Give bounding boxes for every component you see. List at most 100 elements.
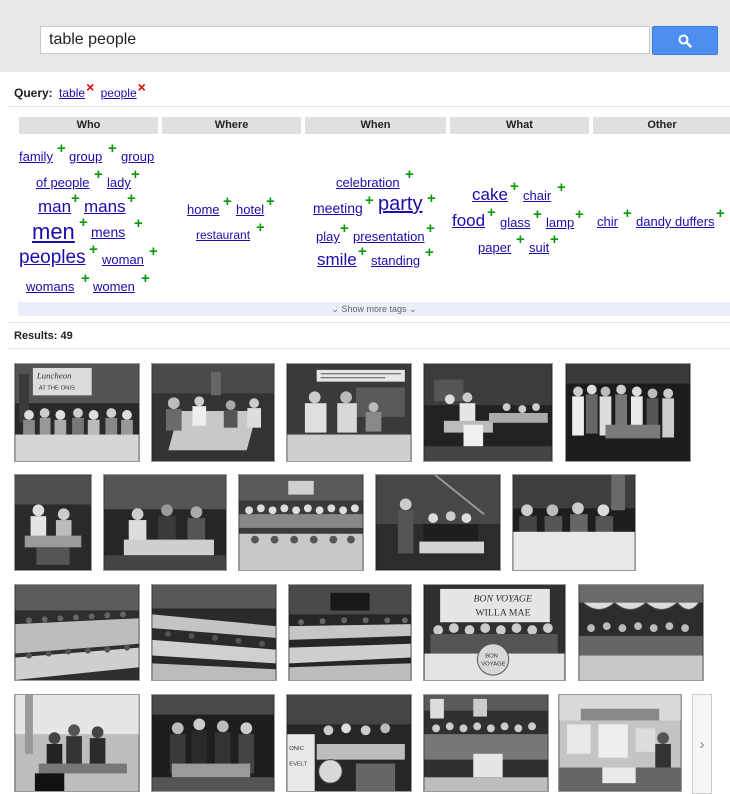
result-thumbnail[interactable]	[423, 363, 553, 462]
add-plus-icon[interactable]: +	[533, 207, 542, 222]
tag-cake[interactable]: cake	[472, 185, 508, 205]
add-plus-icon[interactable]: +	[487, 205, 496, 220]
tag-men[interactable]: men	[32, 219, 75, 245]
result-thumbnail[interactable]	[151, 584, 277, 681]
result-thumbnail[interactable]	[375, 474, 501, 571]
add-plus-icon[interactable]: +	[89, 242, 98, 257]
tag-chir[interactable]: chir	[597, 214, 618, 229]
add-plus-icon[interactable]: +	[256, 220, 265, 235]
tag-party[interactable]: party	[378, 193, 422, 216]
result-thumbnail[interactable]	[151, 694, 275, 792]
add-plus-icon[interactable]: +	[149, 244, 158, 259]
result-thumbnail[interactable]	[565, 363, 691, 462]
query-tag-people[interactable]: people	[101, 86, 137, 100]
add-plus-icon[interactable]: +	[426, 221, 435, 236]
result-thumbnail[interactable]	[558, 694, 682, 792]
remove-x-icon[interactable]: ×	[138, 79, 146, 95]
result-thumbnail[interactable]	[103, 474, 227, 571]
divider	[8, 348, 730, 349]
sign-text: ONIC	[289, 746, 304, 752]
tag-hotel[interactable]: hotel	[236, 202, 264, 217]
add-plus-icon[interactable]: +	[575, 207, 584, 222]
result-thumbnail[interactable]	[14, 694, 140, 792]
tag-lady[interactable]: lady	[107, 175, 131, 190]
tag-mens[interactable]: mens	[91, 224, 125, 240]
tag-restaurant[interactable]: restaurant	[196, 228, 250, 242]
add-plus-icon[interactable]: +	[71, 191, 80, 206]
tag-womans[interactable]: womans	[26, 279, 74, 294]
tag-dandy-duffers[interactable]: dandy duffers	[636, 214, 715, 229]
add-plus-icon[interactable]: +	[510, 179, 519, 194]
add-plus-icon[interactable]: +	[141, 271, 150, 286]
sign-text: WILLA MAE	[475, 607, 530, 618]
tag-group-of-people-cont[interactable]: of people	[36, 175, 90, 190]
search-input[interactable]	[40, 26, 650, 54]
tag-play[interactable]: play	[316, 229, 340, 244]
search-button[interactable]	[652, 26, 718, 55]
tag-peoples[interactable]: peoples	[19, 247, 86, 269]
tag-group[interactable]: group	[69, 149, 102, 164]
sign-text: BON VOYAGE	[473, 594, 532, 605]
tag-chair[interactable]: chair	[523, 188, 551, 203]
add-plus-icon[interactable]: +	[127, 191, 136, 206]
tag-lamp[interactable]: lamp	[546, 215, 574, 230]
result-thumbnail[interactable]	[423, 694, 549, 792]
tag-paper[interactable]: paper	[478, 240, 511, 255]
result-thumbnail[interactable]	[286, 363, 412, 462]
tag-mans[interactable]: mans	[84, 197, 126, 217]
sign-text: EVELT	[289, 762, 308, 768]
tag-man[interactable]: man	[38, 197, 71, 217]
add-plus-icon[interactable]: +	[557, 180, 566, 195]
tag-glass[interactable]: glass	[500, 215, 530, 230]
add-plus-icon[interactable]: +	[427, 191, 436, 206]
add-plus-icon[interactable]: +	[134, 216, 143, 231]
add-plus-icon[interactable]: +	[516, 232, 525, 247]
result-thumbnail[interactable]: BON VOYAGE WILLA MAE BON VOYAGE	[423, 584, 566, 681]
show-more-tags[interactable]: ⌄ Show more tags ⌄	[18, 302, 730, 316]
add-plus-icon[interactable]: +	[405, 167, 414, 182]
tag-smile[interactable]: smile	[317, 250, 357, 270]
add-plus-icon[interactable]: +	[57, 141, 66, 156]
result-thumbnail[interactable]	[578, 584, 704, 681]
tag-food[interactable]: food	[452, 211, 485, 231]
add-plus-icon[interactable]: +	[223, 194, 232, 209]
tag-standing[interactable]: standing	[371, 253, 420, 268]
tag-suit[interactable]: suit	[529, 240, 549, 255]
tag-presentation[interactable]: presentation	[353, 229, 425, 244]
add-plus-icon[interactable]: +	[79, 215, 88, 230]
results-count: Results: 49	[14, 330, 73, 342]
result-thumbnail[interactable]	[14, 474, 92, 571]
tag-celebration[interactable]: celebration	[336, 175, 400, 190]
add-plus-icon[interactable]: +	[94, 167, 103, 182]
add-plus-icon[interactable]: +	[550, 232, 559, 247]
add-plus-icon[interactable]: +	[266, 194, 275, 209]
tag-woman[interactable]: woman	[102, 252, 144, 267]
add-plus-icon[interactable]: +	[108, 141, 117, 156]
tag-home[interactable]: home	[187, 202, 220, 217]
add-plus-icon[interactable]: +	[716, 206, 725, 221]
result-thumbnail[interactable]: ONIC EVELT	[286, 694, 412, 792]
tag-meeting[interactable]: meeting	[313, 200, 363, 216]
result-thumbnail[interactable]	[14, 584, 140, 681]
tag-women[interactable]: women	[93, 279, 135, 294]
tag-family[interactable]: family	[19, 149, 53, 164]
tag-group-of-people[interactable]: group	[121, 149, 154, 164]
result-thumbnail[interactable]: Luncheon AT THE ONIS	[14, 363, 140, 462]
add-plus-icon[interactable]: +	[425, 245, 434, 260]
show-more-label: Show more tags	[341, 304, 407, 314]
result-thumbnail[interactable]	[288, 584, 412, 681]
divider	[8, 322, 730, 323]
add-plus-icon[interactable]: +	[358, 244, 367, 259]
add-plus-icon[interactable]: +	[131, 167, 140, 182]
add-plus-icon[interactable]: +	[365, 193, 374, 208]
add-plus-icon[interactable]: +	[623, 206, 632, 221]
remove-x-icon[interactable]: ×	[86, 79, 94, 95]
result-thumbnail[interactable]	[151, 363, 275, 462]
query-tag-table[interactable]: table	[59, 86, 85, 100]
next-results-button[interactable]: ›	[692, 694, 712, 794]
add-plus-icon[interactable]: +	[81, 271, 90, 286]
sign-text: Luncheon	[36, 371, 72, 381]
result-thumbnail[interactable]	[512, 474, 636, 571]
result-thumbnail[interactable]	[238, 474, 364, 571]
add-plus-icon[interactable]: +	[340, 221, 349, 236]
